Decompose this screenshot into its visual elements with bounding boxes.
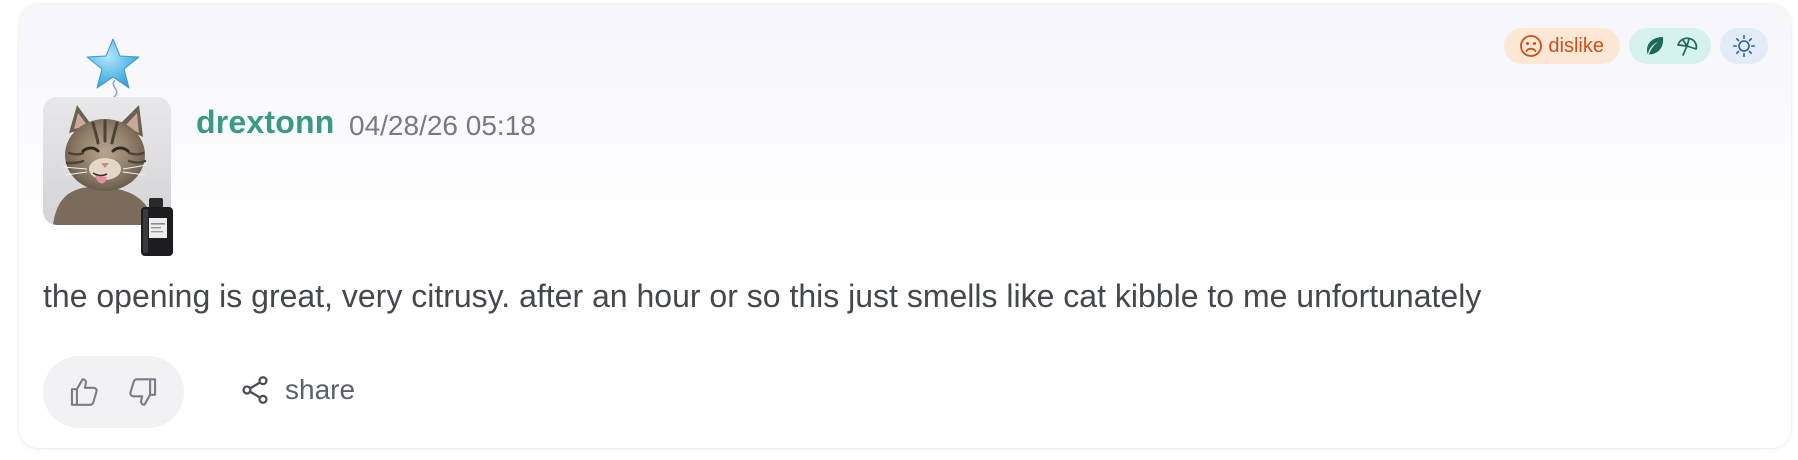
vote-group (43, 356, 184, 428)
review-card: dislike drextonn 04/28/26 05:18 the open… (19, 4, 1791, 448)
season-badge (1629, 28, 1711, 64)
sentiment-badge: dislike (1504, 28, 1620, 64)
review-text: the opening is great, very citrusy. afte… (43, 278, 1482, 314)
downvote-button[interactable] (126, 375, 160, 409)
sun-icon (1733, 35, 1755, 57)
time-of-day-badge (1720, 28, 1768, 64)
thumbs-down-icon (129, 378, 156, 406)
review-timestamp: 04/28/26 05:18 (349, 110, 536, 141)
thumbs-up-icon (71, 378, 98, 406)
review-tags: dislike (1504, 28, 1768, 64)
share-button[interactable]: share (239, 374, 355, 406)
frown-icon (1520, 35, 1543, 57)
upvote-button[interactable] (67, 375, 101, 409)
leaf-icon (1647, 37, 1664, 55)
umbrella-icon (1677, 37, 1698, 56)
share-icon (242, 376, 268, 404)
sentiment-label: dislike (1548, 34, 1604, 57)
username-link[interactable]: drextonn (196, 104, 335, 141)
star-balloon-icon (86, 38, 140, 89)
share-label: share (285, 374, 356, 405)
perfume-bottle-icon (141, 198, 173, 256)
